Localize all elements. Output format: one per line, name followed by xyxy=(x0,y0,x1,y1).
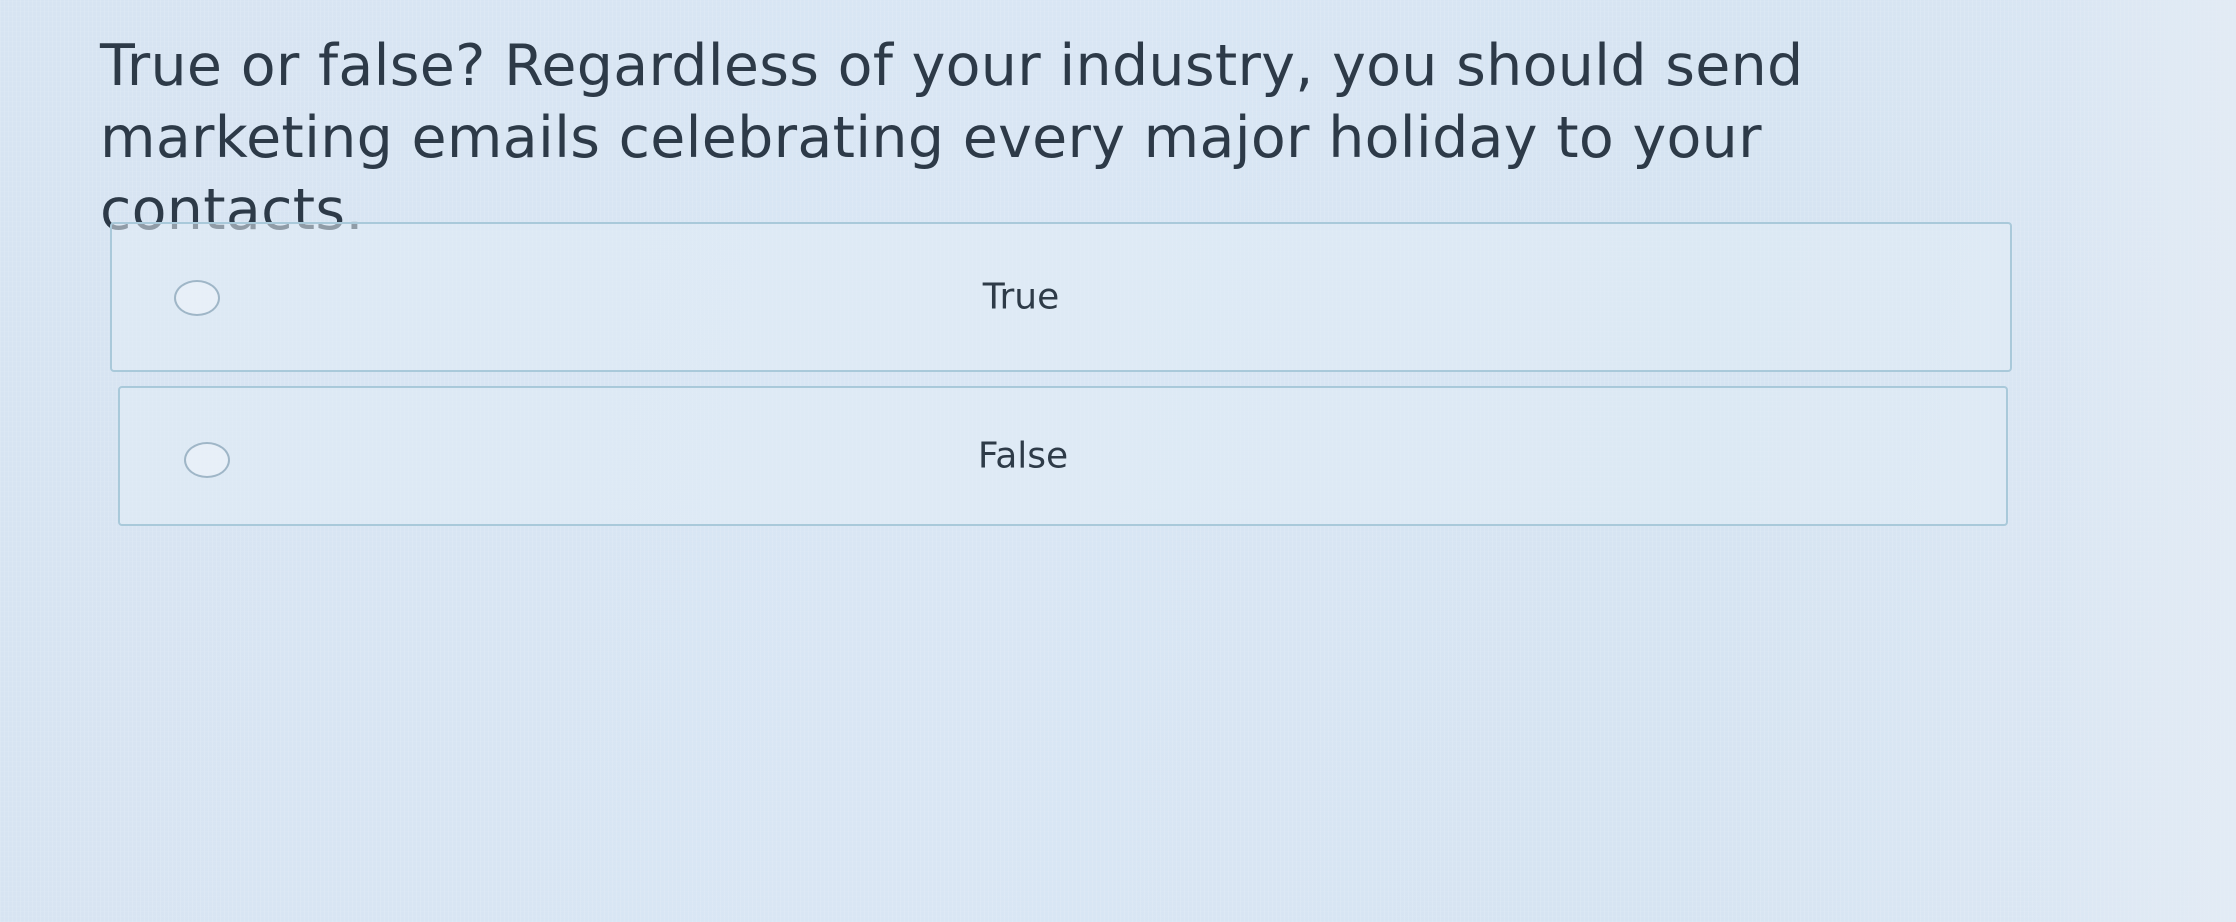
question-text: True or false? Regardless of your indust… xyxy=(100,33,1804,243)
question-card: True or false? Regardless of your indust… xyxy=(100,30,2040,246)
option-label: False xyxy=(977,435,1069,477)
screen-glare xyxy=(2056,0,2236,922)
answer-options: True False xyxy=(110,222,2012,526)
option-true[interactable]: True xyxy=(110,222,2012,372)
option-false[interactable]: False xyxy=(118,386,2008,526)
option-label: True xyxy=(982,276,1060,318)
